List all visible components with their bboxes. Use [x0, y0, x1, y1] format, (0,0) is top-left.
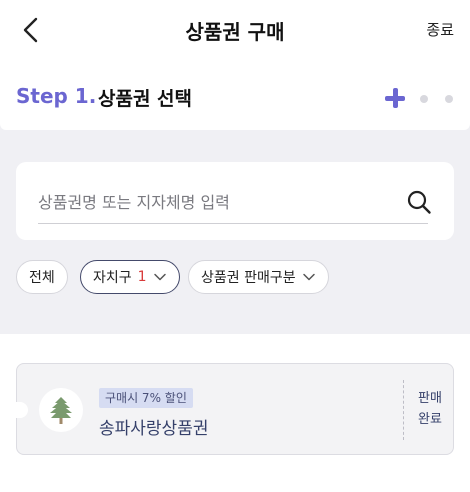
- step-dot: [445, 95, 453, 103]
- discount-badge: 구매시 7% 할인: [99, 388, 193, 408]
- filter-chip-label: 자치구: [93, 270, 132, 286]
- chevron-down-icon: [153, 273, 166, 281]
- filter-count-badge: 1: [137, 269, 147, 285]
- voucher-card[interactable]: 구매시 7% 할인 송파사랑상품권 판매완료: [16, 363, 454, 455]
- step-title: 상품권 선택: [98, 88, 193, 110]
- dashed-divider: [403, 380, 404, 440]
- plus-icon: [385, 88, 405, 108]
- step-indicator-bar: Step 1. 상품권 선택: [0, 62, 470, 130]
- filter-chip-district[interactable]: 자치구 1: [80, 260, 180, 294]
- filter-chip-label: 전체: [29, 270, 55, 286]
- search-icon[interactable]: [406, 189, 432, 215]
- filter-chip-label: 상품권 판매구분: [201, 270, 296, 286]
- step-number: Step 1.: [16, 84, 97, 108]
- search-input[interactable]: [38, 182, 428, 224]
- step-dot: [420, 95, 428, 103]
- pine-tree-icon: [50, 397, 72, 424]
- voucher-name: 송파사랑상품권: [99, 419, 209, 439]
- filter-chip-all[interactable]: 전체: [16, 260, 68, 294]
- app-header: 상품권 구매 종료: [0, 0, 470, 62]
- ticket-notch: [16, 402, 28, 418]
- filter-chip-sales-type[interactable]: 상품권 판매구분: [188, 260, 329, 294]
- sale-status: 판매완료: [418, 391, 442, 427]
- close-button[interactable]: 종료: [426, 19, 454, 40]
- page-title: 상품권 구매: [185, 20, 285, 44]
- chevron-down-icon: [302, 273, 315, 281]
- search-card: [16, 162, 454, 240]
- voucher-logo: [39, 388, 83, 432]
